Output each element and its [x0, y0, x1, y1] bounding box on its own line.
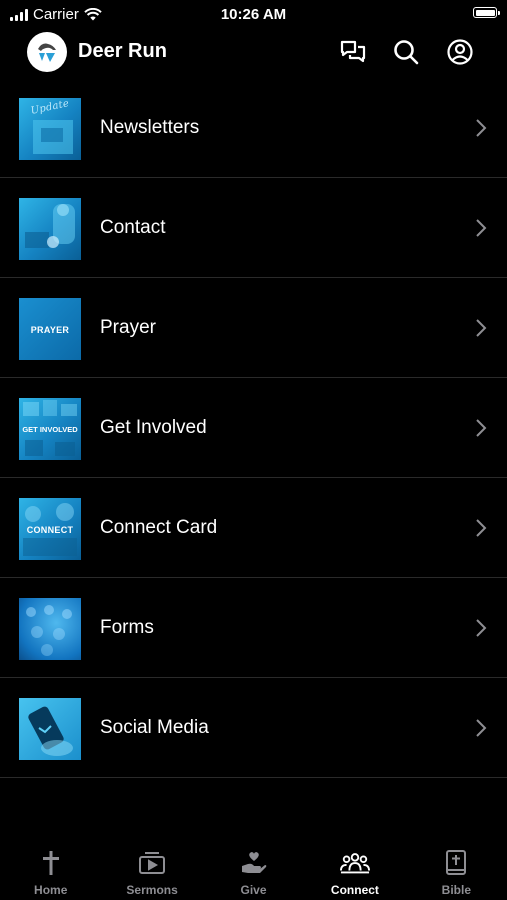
forms-thumbnail — [19, 598, 81, 660]
chat-bubbles-icon — [340, 40, 366, 63]
chevron-right-icon — [476, 719, 487, 737]
menu-item-prayer[interactable]: PRAYER Prayer — [0, 278, 507, 378]
status-bar: Carrier 10:26 AM — [0, 0, 507, 28]
tab-bar: Home Sermons Give Connect Bible — [0, 840, 507, 900]
menu-item-label: Get Involved — [100, 417, 207, 438]
menu-item-label: Social Media — [100, 717, 209, 738]
bible-icon — [441, 848, 471, 878]
chevron-right-icon — [476, 419, 487, 437]
tab-home[interactable]: Home — [0, 840, 101, 900]
menu-item-get-involved[interactable]: GET INVOLVED Get Involved — [0, 378, 507, 478]
chevron-right-icon — [476, 519, 487, 537]
chevron-right-icon — [476, 219, 487, 237]
video-play-icon — [137, 848, 167, 878]
people-group-icon — [339, 848, 370, 878]
heart-hand-icon — [239, 848, 269, 878]
messages-button[interactable] — [338, 37, 368, 67]
social-media-thumbnail — [19, 698, 81, 760]
profile-button[interactable] — [445, 37, 475, 67]
tab-bible[interactable]: Bible — [406, 840, 507, 900]
contact-thumbnail — [19, 198, 81, 260]
menu-item-newsletters[interactable]: Update Newsletters — [0, 78, 507, 178]
tab-connect[interactable]: Connect — [304, 840, 405, 900]
search-icon — [394, 40, 419, 65]
newsletters-thumbnail: Update — [19, 98, 81, 160]
connect-menu-list: Update Newsletters Contact PRAYER Prayer — [0, 78, 507, 778]
chevron-right-icon — [476, 319, 487, 337]
menu-item-connect-card[interactable]: CONNECT Connect Card — [0, 478, 507, 578]
connect-card-thumbnail: CONNECT — [19, 498, 81, 560]
menu-item-label: Connect Card — [100, 517, 218, 538]
menu-item-contact[interactable]: Contact — [0, 178, 507, 278]
status-time: 10:26 AM — [220, 6, 287, 23]
battery-icon — [473, 7, 500, 18]
menu-item-label: Prayer — [100, 317, 156, 338]
prayer-thumbnail: PRAYER — [19, 298, 81, 360]
app-title: Deer Run — [78, 40, 167, 62]
menu-item-label: Contact — [100, 217, 166, 238]
church-logo[interactable] — [27, 32, 67, 72]
menu-item-forms[interactable]: Forms — [0, 578, 507, 678]
cross-icon — [36, 848, 66, 878]
search-button[interactable] — [391, 37, 421, 67]
profile-icon — [447, 39, 473, 65]
menu-item-label: Forms — [100, 617, 154, 638]
menu-item-label: Newsletters — [100, 117, 200, 138]
get-involved-thumbnail: GET INVOLVED — [19, 398, 81, 460]
chevron-right-icon — [476, 619, 487, 637]
tab-sermons[interactable]: Sermons — [101, 840, 202, 900]
chevron-right-icon — [476, 119, 487, 137]
tab-give[interactable]: Give — [203, 840, 304, 900]
app-header: Deer Run — [0, 28, 507, 78]
menu-item-social-media[interactable]: Social Media — [0, 678, 507, 778]
deer-logo-icon — [38, 43, 56, 62]
